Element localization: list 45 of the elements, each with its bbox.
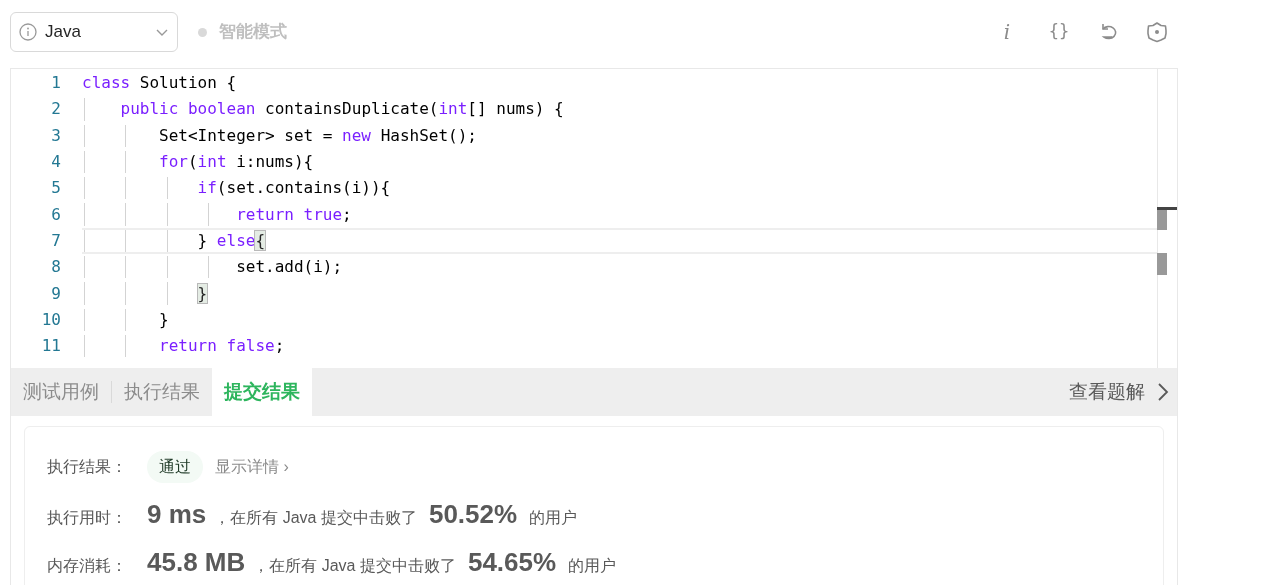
stat-value: 9 ms	[147, 498, 207, 531]
code-line: public boolean containsDuplicate(int[] nums) {	[119, 98, 564, 121]
stat-percent: 50.52%	[428, 498, 518, 531]
result-label: 执行结果：	[47, 457, 128, 477]
code-line: if(set.contains(i)){	[196, 177, 391, 200]
code-line: return false;	[158, 335, 285, 358]
stat-percent: 54.65%	[467, 546, 557, 579]
line-number: 1	[50, 72, 61, 95]
info-button[interactable]: i	[994, 17, 1020, 47]
code-line: class Solution {	[82, 72, 237, 95]
stat-text: ，在所有 Java 提交中击败了	[253, 556, 456, 576]
line-number: 7	[50, 229, 61, 252]
result-tab[interactable]: 测试用例	[11, 368, 111, 416]
line-number: 9	[50, 282, 61, 305]
code-line: return true;	[235, 203, 352, 226]
line-number: 10	[40, 308, 61, 331]
line-number: 5	[50, 177, 61, 200]
stat-label: 执行用时：	[47, 508, 128, 528]
line-number: 4	[50, 151, 61, 174]
line-number: 6	[50, 203, 61, 226]
stat-label: 内存消耗：	[47, 556, 128, 576]
language-select[interactable]: Java	[10, 12, 178, 52]
result-tab[interactable]: 提交结果	[212, 368, 312, 416]
code-line: }	[158, 308, 169, 331]
chevron-right-icon	[1157, 382, 1169, 402]
result-tab[interactable]: 执行结果	[112, 368, 212, 416]
info-icon	[19, 23, 37, 41]
stat-suffix: 的用户	[568, 556, 617, 576]
code-line: set.add(i);	[235, 256, 343, 279]
smart-mode-toggle[interactable]: 智能模式	[198, 19, 287, 45]
stat-value: 45.8 MB	[147, 546, 246, 579]
line-number: 8	[50, 256, 61, 279]
line-number: 3	[50, 124, 61, 147]
view-solution-link[interactable]: 查看题解	[1069, 368, 1177, 416]
settings-icon[interactable]	[1146, 21, 1168, 43]
code-line: Set<Integer> set = new HashSet();	[158, 124, 477, 147]
stat-suffix: 的用户	[529, 508, 578, 528]
format-button[interactable]: {}	[1046, 19, 1072, 45]
code-line: } else{	[196, 229, 266, 252]
line-number: 2	[50, 98, 61, 121]
status-badge: 通过	[147, 451, 203, 483]
code-line: for(int i:nums){	[158, 151, 314, 174]
line-number: 11	[40, 335, 61, 358]
show-details-link[interactable]: 显示详情 ›	[215, 455, 289, 479]
stat-text: ，在所有 Java 提交中击败了	[214, 508, 417, 528]
